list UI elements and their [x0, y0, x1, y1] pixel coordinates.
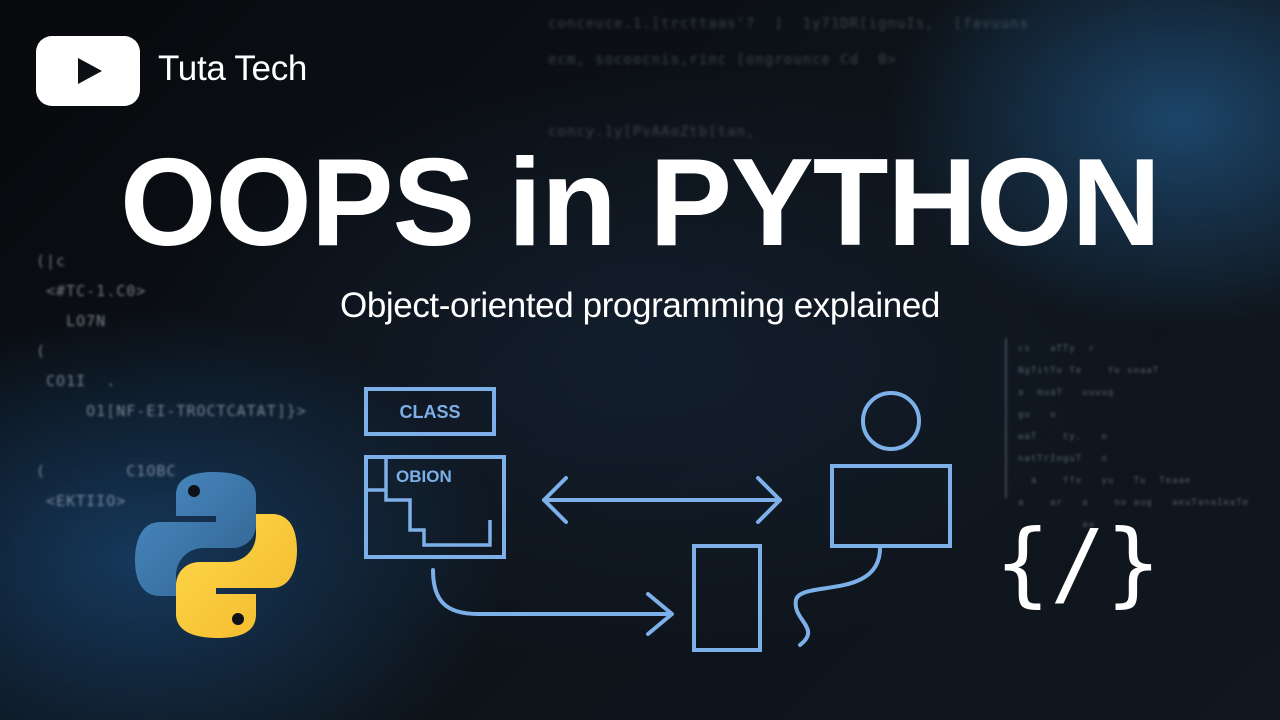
object-label: OBION [396, 467, 452, 486]
curved-arrow-icon [431, 568, 674, 636]
object-box: OBION [364, 455, 506, 559]
class-box: CLASS [364, 387, 496, 436]
thumbnail: conceuce.1.[trcttaas'? ] 1y71DR[ignuIs, … [0, 0, 1280, 720]
python-logo-icon [135, 472, 297, 638]
person-icon [830, 391, 952, 548]
double-arrow-icon [542, 476, 782, 524]
class-label: CLASS [399, 402, 460, 422]
code-brackets-icon: {/} [995, 510, 1161, 617]
oop-diagram: CLASS OBION {/} [135, 387, 1161, 652]
instance-box [692, 544, 762, 652]
connector-line [793, 546, 882, 647]
